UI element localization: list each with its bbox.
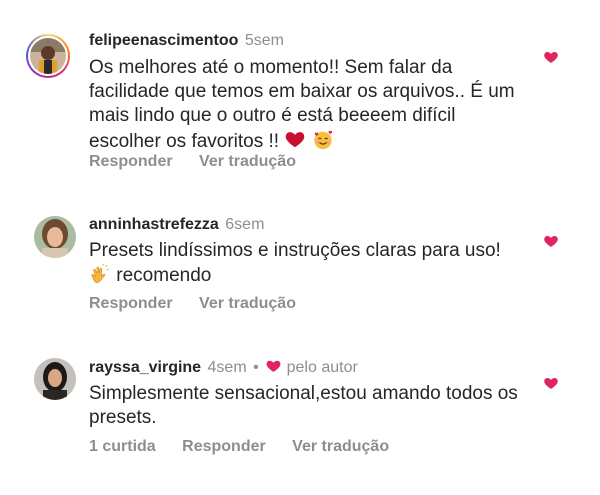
reply-button[interactable]: Responder [89,295,173,312]
comment-time[interactable]: 4sem [208,359,247,376]
username[interactable]: anninhastrefezza [89,216,219,233]
heart-icon[interactable] [543,375,559,391]
clapping-hands-emoji [91,263,109,283]
avatar[interactable] [26,34,70,78]
comment-actions: 1 curtida Responder Ver tradução [89,437,411,457]
avatar-photo [30,38,66,74]
comment-time[interactable]: 6sem [225,216,264,233]
liked-by-author-label: pelo autor [286,359,358,376]
username[interactable]: rayssa_virgine [89,359,201,376]
avatar[interactable] [34,216,76,258]
reply-button[interactable]: Responder [182,438,266,455]
heart-icon[interactable] [543,49,559,65]
separator-dot: • [253,359,259,376]
likes-count[interactable]: 1 curtida [89,438,156,455]
avatar-photo [34,216,76,258]
username[interactable]: felipeenascimentoo [89,32,238,49]
comment-actions: Responder Ver tradução [89,294,318,314]
red-heart-emoji [286,132,305,148]
avatar[interactable] [34,358,76,400]
heart-icon[interactable] [543,233,559,249]
reply-button[interactable]: Responder [89,153,173,170]
comment-time[interactable]: 5sem [245,32,284,49]
author-heart-icon [266,360,281,372]
smiling-face-with-hearts-emoji [313,130,332,150]
translate-button[interactable]: Ver tradução [199,153,296,170]
avatar-photo [34,358,76,400]
comment-actions: Responder Ver tradução [89,152,318,172]
comment-text: Presets lindíssimos e instruções claras … [89,240,501,286]
translate-button[interactable]: Ver tradução [292,438,389,455]
comment-text: Simplesmente sensacional,estou amando to… [89,383,518,428]
comment-text: Os melhores até o momento!! Sem falar da… [89,57,515,152]
translate-button[interactable]: Ver tradução [199,295,296,312]
